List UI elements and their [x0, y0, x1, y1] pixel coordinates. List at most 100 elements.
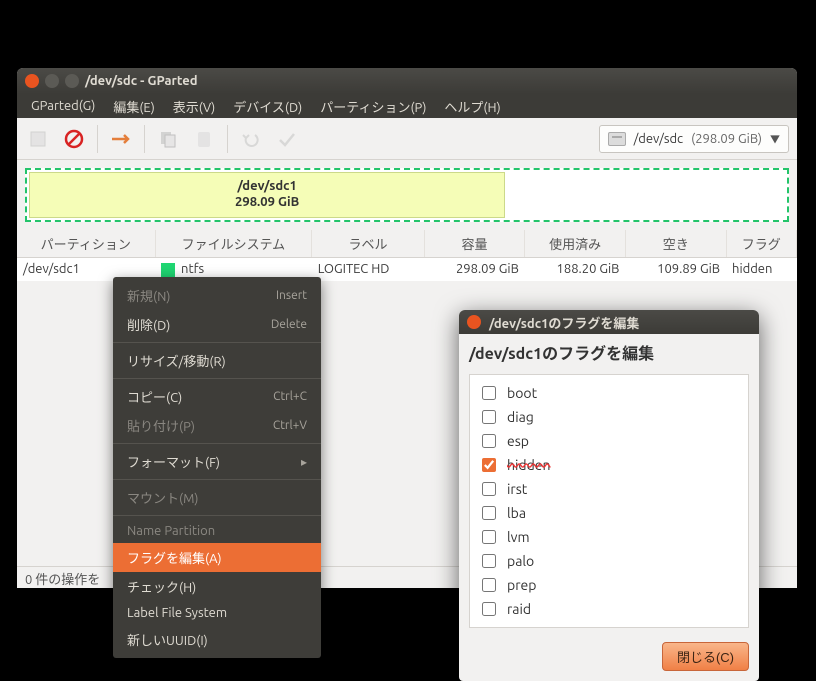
flag-label: lba — [507, 505, 526, 521]
flag-checkbox-lvm[interactable] — [482, 530, 496, 544]
context-menu-label: 新規(N) — [127, 286, 170, 305]
flag-row-diag[interactable]: diag — [478, 405, 740, 429]
menu-help[interactable]: ヘルプ(H) — [436, 95, 508, 118]
context-menu-separator — [113, 479, 321, 480]
context-menu-item: 新規(N) Insert — [113, 281, 321, 310]
resize-icon[interactable] — [108, 126, 134, 152]
menu-view[interactable]: 表示(V) — [165, 95, 223, 118]
context-menu-label: マウント(M) — [127, 488, 199, 507]
context-menu-accelerator: Ctrl+V — [273, 419, 307, 432]
flag-label: lvm — [507, 529, 530, 545]
paste-icon[interactable] — [191, 126, 217, 152]
flag-row-hidden[interactable]: hidden — [478, 453, 740, 477]
col-partition[interactable]: パーティション — [17, 230, 155, 258]
col-used[interactable]: 使用済み — [525, 230, 626, 258]
disk-icon — [608, 132, 626, 146]
flag-row-lvm[interactable]: lvm — [478, 525, 740, 549]
flag-label: palo — [507, 553, 534, 569]
context-menu-item: マウント(M) — [113, 483, 321, 512]
context-menu-item[interactable]: 削除(D) Delete — [113, 310, 321, 339]
partition-graphic[interactable]: /dev/sdc1 298.09 GiB — [25, 168, 789, 222]
context-menu-label: コピー(C) — [127, 387, 182, 406]
context-menu-separator — [113, 342, 321, 343]
cell-label: LOGITEC HD — [312, 258, 425, 281]
menu-gparted[interactable]: GParted(G) — [23, 97, 103, 115]
context-menu-separator — [113, 515, 321, 516]
flag-row-palo[interactable]: palo — [478, 549, 740, 573]
close-button[interactable]: 閉じる(C) — [662, 642, 749, 671]
context-menu-accelerator: Ctrl+C — [273, 390, 307, 403]
partition-segment-free[interactable] — [505, 172, 785, 218]
apply-icon[interactable] — [274, 126, 300, 152]
dialog-titlebar[interactable]: /dev/sdc1のフラグを編集 — [459, 310, 759, 334]
flag-checkbox-lba[interactable] — [482, 506, 496, 520]
flag-row-esp[interactable]: esp — [478, 429, 740, 453]
flag-checkbox-palo[interactable] — [482, 554, 496, 568]
context-menu-item[interactable]: コピー(C) Ctrl+C — [113, 382, 321, 411]
context-menu-label: チェック(H) — [127, 577, 196, 596]
context-menu-separator — [113, 378, 321, 379]
copy-icon[interactable] — [155, 126, 181, 152]
new-partition-icon[interactable] — [25, 126, 51, 152]
device-name: /dev/sdc — [634, 132, 684, 146]
window-title: /dev/sdc - GParted — [85, 74, 198, 88]
flag-list: boot diagesphidden irst lba lvm palo prep raid — [469, 374, 749, 628]
flag-row-lba[interactable]: lba — [478, 501, 740, 525]
window-close-icon[interactable] — [25, 74, 39, 88]
context-menu-label: Name Partition — [127, 524, 215, 538]
status-text: 0 件の操作を — [25, 573, 100, 587]
partition-segment-name: /dev/sdc1 — [237, 179, 296, 195]
toolbar: /dev/sdc (298.09 GiB) ▼ — [17, 118, 797, 160]
context-menu-item[interactable]: 新しいUUID(I) — [113, 625, 321, 654]
context-menu-item[interactable]: フォーマット(F)▸ — [113, 447, 321, 476]
device-selector[interactable]: /dev/sdc (298.09 GiB) ▼ — [599, 125, 789, 153]
delete-icon[interactable] — [61, 126, 87, 152]
col-free[interactable]: 空き — [625, 230, 726, 258]
context-menu-item[interactable]: フラグを編集(A) — [113, 543, 321, 572]
context-menu-item[interactable]: Label File System — [113, 601, 321, 625]
flag-checkbox-prep[interactable] — [482, 578, 496, 592]
context-menu-accelerator: Delete — [271, 318, 307, 331]
dialog-footer: 閉じる(C) — [459, 636, 759, 681]
window-titlebar[interactable]: /dev/sdc - GParted — [17, 68, 797, 94]
flag-checkbox-esp[interactable] — [482, 434, 496, 448]
flag-checkbox-hidden[interactable] — [482, 458, 496, 472]
context-menu-label: リサイズ/移動(R) — [127, 351, 226, 370]
flag-label: boot — [507, 385, 537, 401]
col-filesystem[interactable]: ファイルシステム — [155, 230, 312, 258]
window-minimize-icon[interactable] — [45, 74, 59, 88]
window-maximize-icon[interactable] — [65, 74, 79, 88]
context-menu-label: フラグを編集(A) — [127, 548, 222, 567]
context-menu-accelerator: Insert — [276, 289, 307, 302]
flag-row-raid[interactable]: raid — [478, 597, 740, 621]
flag-checkbox-boot[interactable] — [482, 386, 496, 400]
flag-checkbox-raid[interactable] — [482, 602, 496, 616]
flag-checkbox-irst[interactable] — [482, 482, 496, 496]
flag-row-prep[interactable]: prep — [478, 573, 740, 597]
context-menu-item: 貼り付け(P)Ctrl+V — [113, 411, 321, 440]
dialog-close-icon[interactable] — [467, 315, 481, 329]
flag-row-irst[interactable]: irst — [478, 477, 740, 501]
chevron-down-icon: ▼ — [770, 131, 780, 146]
partition-segment-size: 298.09 GiB — [235, 195, 299, 211]
flag-row-boot[interactable]: boot — [478, 381, 740, 405]
menu-partition[interactable]: パーティション(P) — [312, 95, 434, 118]
context-menu-item: Name Partition — [113, 519, 321, 543]
context-menu-label: 削除(D) — [127, 315, 170, 334]
menu-edit[interactable]: 編集(E) — [105, 95, 162, 118]
flag-checkbox-diag[interactable] — [482, 410, 496, 424]
partition-segment-sdc1[interactable]: /dev/sdc1 298.09 GiB — [29, 172, 505, 218]
dialog-title: /dev/sdc1のフラグを編集 — [489, 313, 639, 332]
context-menu-item[interactable]: リサイズ/移動(R) — [113, 346, 321, 375]
flag-label: prep — [507, 577, 536, 593]
flag-label: irst — [507, 481, 527, 497]
menu-device[interactable]: デバイス(D) — [225, 95, 310, 118]
col-size[interactable]: 容量 — [424, 230, 525, 258]
context-menu-label: Label File System — [127, 606, 227, 620]
context-menu-item[interactable]: チェック(H) — [113, 572, 321, 601]
cell-used: 188.20 GiB — [525, 258, 626, 281]
col-label[interactable]: ラベル — [312, 230, 425, 258]
undo-icon[interactable] — [238, 126, 264, 152]
col-flags[interactable]: フラグ — [726, 230, 796, 258]
partition-table: パーティション ファイルシステム ラベル 容量 使用済み 空き フラグ /dev… — [17, 230, 797, 281]
